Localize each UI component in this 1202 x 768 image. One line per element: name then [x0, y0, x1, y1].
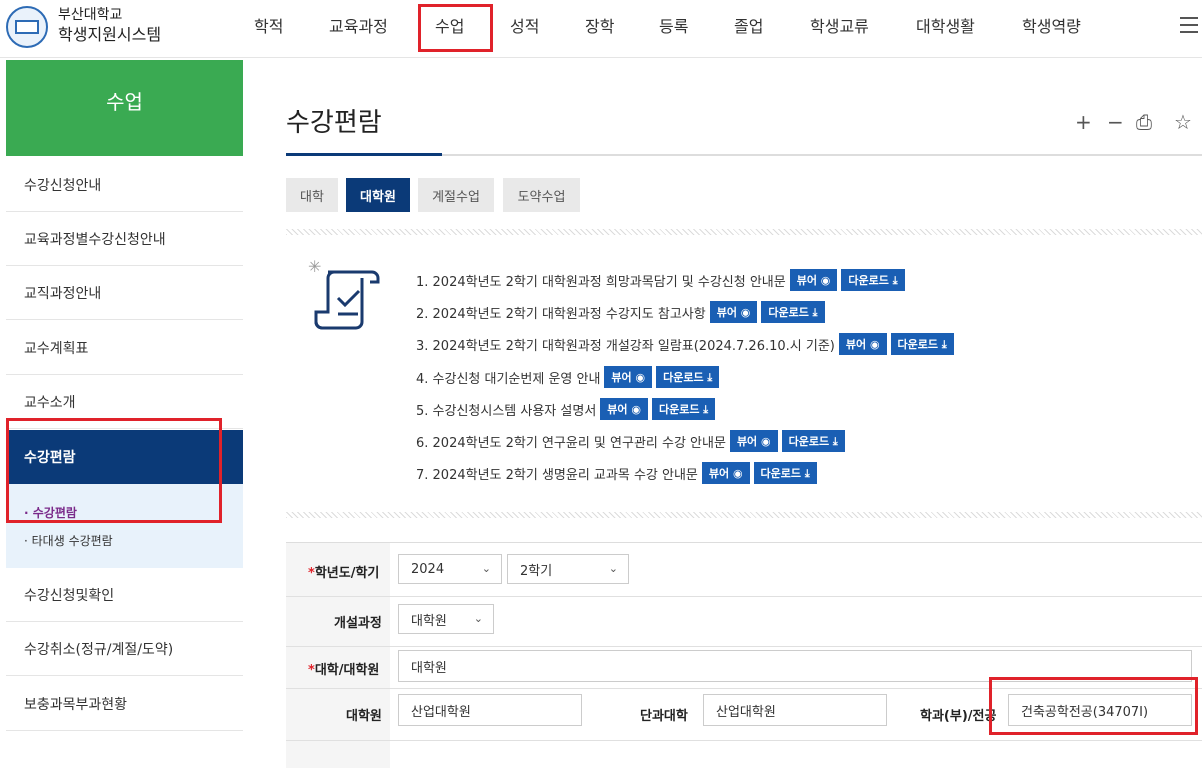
- download-button[interactable]: 다운로드 ⤓: [890, 333, 954, 355]
- title-divider-accent: [286, 153, 442, 156]
- download-button[interactable]: 다운로드 ⤓: [761, 301, 825, 323]
- graduate-school-field[interactable]: 산업대학원: [398, 694, 582, 726]
- notice-text[interactable]: 7. 2024학년도 2학기 생명윤리 교과목 수강 안내문: [416, 464, 698, 483]
- brand-university: 부산대학교: [58, 7, 123, 23]
- top-header: 부산대학교 학생지원시스템 학적 교육과정 수업 성적 장학 등록 졸업 학생교…: [0, 0, 1202, 58]
- chevron-down-icon: ⌄: [473, 612, 483, 625]
- svg-text:✳: ✳: [308, 258, 321, 276]
- sidebar-item-teaching-course[interactable]: 교직과정안내: [6, 266, 243, 320]
- course-type-select[interactable]: 대학원 ⌄: [398, 604, 494, 634]
- course-type-label: 개설과정: [334, 616, 382, 631]
- highlight-box-class-menu: [418, 4, 493, 52]
- download-button[interactable]: 다운로드 ⤓: [753, 462, 817, 484]
- notice-text[interactable]: 2. 2024학년도 2학기 대학원과정 수강지도 참고사항: [416, 303, 706, 322]
- university-logo[interactable]: [6, 6, 48, 48]
- zoom-in-icon[interactable]: +: [1075, 110, 1092, 134]
- year-select[interactable]: 2024 ⌄: [398, 554, 502, 584]
- nav-item-curriculum[interactable]: 교육과정: [329, 13, 388, 37]
- sidebar-item-registration-confirm[interactable]: 수강신청및확인: [6, 568, 243, 622]
- download-button[interactable]: 다운로드 ⤓: [651, 398, 716, 420]
- view-button[interactable]: 뷰어 ◉: [701, 462, 750, 484]
- view-button[interactable]: 뷰어 ◉: [789, 269, 838, 291]
- nav-item-registration[interactable]: 등록: [659, 13, 688, 37]
- graduate-school-label: 대학원: [346, 709, 382, 724]
- tab-seasonal[interactable]: 계절수업: [418, 178, 494, 212]
- tab-graduate[interactable]: 대학원: [346, 178, 410, 212]
- sidebar-item-curriculum-guide[interactable]: 교육과정별수강신청안내: [6, 212, 243, 266]
- download-button[interactable]: 다운로드 ⤓: [841, 269, 905, 291]
- menu-icon[interactable]: [1180, 17, 1198, 33]
- view-button[interactable]: 뷰어 ◉: [729, 430, 778, 452]
- view-button[interactable]: 뷰어 ◉: [604, 366, 653, 388]
- sidebar-sub-other-univ-catalog[interactable]: · 타대생 수강편람: [24, 532, 113, 549]
- sidebar-title: 수업: [6, 60, 243, 156]
- form-row-divider: [286, 596, 1202, 597]
- sidebar-item-registration-guide[interactable]: 수강신청안내: [6, 158, 243, 212]
- notice-item: 5. 수강신청시스템 사용자 설명서 뷰어 ◉ 다운로드 ⤓: [416, 398, 716, 420]
- favorite-star-icon[interactable]: ☆: [1174, 110, 1192, 134]
- notice-text[interactable]: 6. 2024학년도 2학기 연구윤리 및 연구관리 수강 안내문: [416, 432, 726, 451]
- notice-item: 4. 수강신청 대기순번제 운영 안내 뷰어 ◉ 다운로드 ⤓: [416, 366, 720, 388]
- tab-undergraduate[interactable]: 대학: [286, 178, 338, 212]
- notice-text[interactable]: 3. 2024학년도 2학기 대학원과정 개설강좌 일람표(2024.7.26.…: [416, 335, 835, 354]
- form-row-divider: [286, 740, 1202, 741]
- sidebar-item-syllabus[interactable]: 교수계획표: [6, 321, 243, 375]
- form-row-divider: [286, 646, 1202, 647]
- notice-text[interactable]: 4. 수강신청 대기순번제 운영 안내: [416, 368, 600, 387]
- nav-item-academic-record[interactable]: 학적: [254, 13, 283, 37]
- divider-dashed-bottom: [286, 512, 1202, 518]
- view-button[interactable]: 뷰어 ◉: [600, 398, 648, 420]
- school-label: *대학/대학원: [308, 663, 380, 678]
- document-check-icon: ✳: [308, 258, 380, 330]
- highlight-box-department: [989, 677, 1198, 735]
- print-icon[interactable]: ⎙: [1136, 110, 1152, 134]
- zoom-out-icon[interactable]: −: [1107, 110, 1124, 134]
- divider-dashed-top: [286, 229, 1202, 235]
- chevron-down-icon: ⌄: [608, 562, 618, 575]
- notice-item: 3. 2024학년도 2학기 대학원과정 개설강좌 일람표(2024.7.26.…: [416, 333, 954, 355]
- highlight-box-catalog: [6, 418, 222, 523]
- brand[interactable]: 부산대학교 학생지원시스템: [58, 6, 161, 44]
- notice-text[interactable]: 1. 2024학년도 2학기 대학원과정 희망과목담기 및 수강신청 안내문: [416, 271, 786, 290]
- nav-item-scholarship[interactable]: 장학: [585, 13, 614, 37]
- view-button[interactable]: 뷰어 ◉: [838, 333, 887, 355]
- nav-item-exchange[interactable]: 학생교류: [810, 13, 869, 37]
- nav-item-campus-life[interactable]: 대학생활: [916, 13, 975, 37]
- download-button[interactable]: 다운로드 ⤓: [656, 366, 720, 388]
- college-label: 단과대학: [640, 709, 688, 724]
- chevron-down-icon: ⌄: [481, 562, 491, 575]
- nav-item-grades[interactable]: 성적: [510, 13, 539, 37]
- download-button[interactable]: 다운로드 ⤓: [781, 430, 845, 452]
- nav-item-graduation[interactable]: 졸업: [734, 13, 763, 37]
- college-field[interactable]: 산업대학원: [703, 694, 887, 726]
- tab-leap[interactable]: 도약수업: [503, 178, 580, 212]
- notice-item: 6. 2024학년도 2학기 연구윤리 및 연구관리 수강 안내문 뷰어 ◉ 다…: [416, 430, 845, 452]
- nav-item-competency[interactable]: 학생역량: [1022, 13, 1081, 37]
- page-title: 수강편람: [286, 108, 382, 138]
- notice-item: 1. 2024학년도 2학기 대학원과정 희망과목담기 및 수강신청 안내문 뷰…: [416, 269, 905, 291]
- notice-item: 7. 2024학년도 2학기 생명윤리 교과목 수강 안내문 뷰어 ◉ 다운로드…: [416, 462, 817, 484]
- brand-system: 학생지원시스템: [58, 25, 162, 44]
- view-button[interactable]: 뷰어 ◉: [709, 301, 758, 323]
- department-label: 학과(부)/전공: [920, 709, 996, 724]
- sidebar-item-withdrawal[interactable]: 수강취소(정규/계절/도약): [6, 622, 243, 676]
- logo-emblem-icon: [15, 20, 39, 34]
- notice-text[interactable]: 5. 수강신청시스템 사용자 설명서: [416, 400, 596, 419]
- sidebar-item-supplementary[interactable]: 보충과목부과현황: [6, 677, 243, 731]
- term-select[interactable]: 2학기 ⌄: [507, 554, 629, 584]
- year-term-label: *학년도/학기: [308, 566, 380, 581]
- notice-item: 2. 2024학년도 2학기 대학원과정 수강지도 참고사항 뷰어 ◉ 다운로드…: [416, 301, 825, 323]
